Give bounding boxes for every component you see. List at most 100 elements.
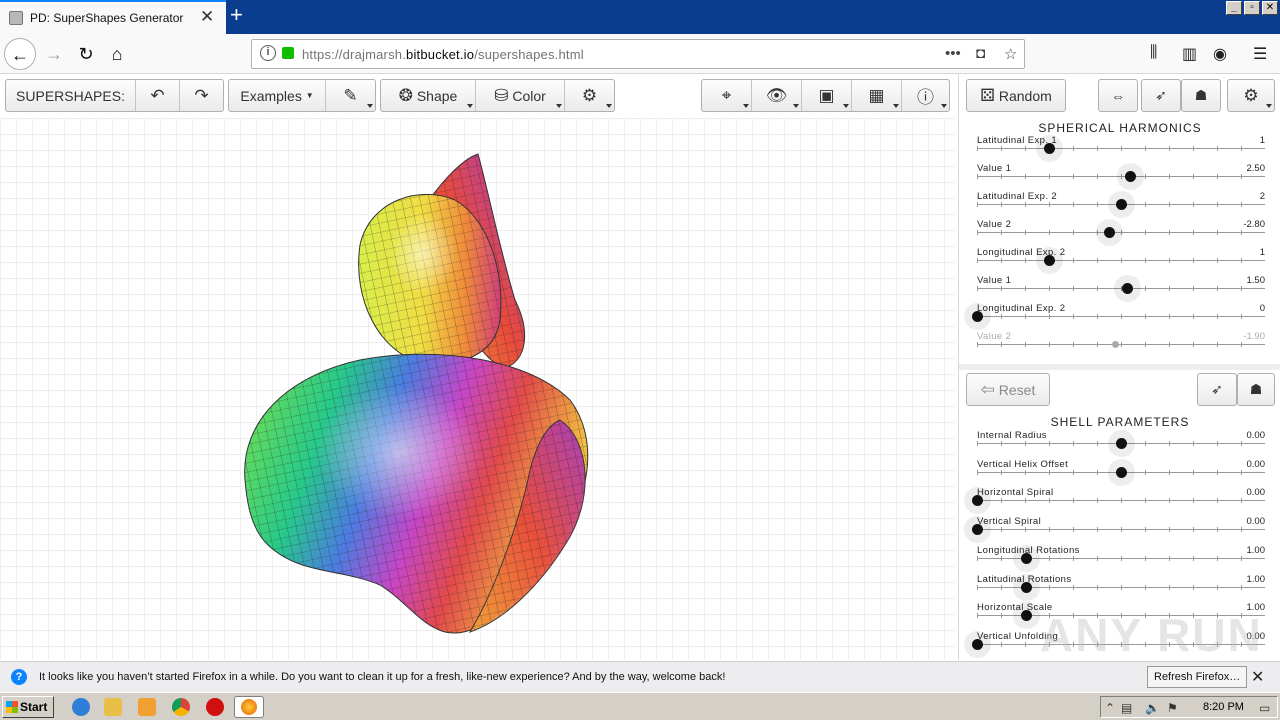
examples-label: Examples — [240, 87, 302, 104]
sidebar-icon[interactable]: ▥ — [1182, 44, 1197, 64]
minimize-button[interactable]: _ — [1226, 1, 1242, 15]
redo-button[interactable]: ↷ — [180, 80, 223, 111]
slider-label: Internal Radius — [977, 430, 1047, 441]
new-tab-button[interactable]: + — [230, 2, 243, 28]
slider-handle[interactable] — [1044, 143, 1055, 154]
browser-tab[interactable]: PD: SuperShapes Generator ✕ — [0, 0, 226, 34]
slider-value: 2.50 — [1246, 163, 1266, 174]
home-icon[interactable]: ⌂ — [101, 38, 133, 70]
slider-handle[interactable] — [972, 638, 983, 650]
display-button[interactable]: ▣ — [802, 80, 852, 111]
pocket-icon[interactable]: ◘ — [976, 45, 985, 62]
url-text[interactable]: https://drajmarsh.bitbucket.io/supershap… — [302, 47, 584, 62]
notification-message: It looks like you haven’t started Firefo… — [39, 671, 726, 683]
target-view-button[interactable]: ⌖ — [702, 80, 752, 111]
slow-mode-button[interactable]: ☗ — [1181, 79, 1221, 112]
forward-button[interactable]: → — [38, 38, 70, 70]
explorer-folder-icon[interactable] — [104, 698, 122, 716]
slider-handle[interactable] — [1116, 466, 1127, 478]
site-info-icon[interactable]: i — [260, 45, 276, 61]
slider-row: Longitudinal Exp. 2 0 — [972, 303, 1265, 331]
start-label: Start — [20, 700, 48, 714]
caret-icon — [606, 104, 612, 108]
slider-label: Vertical Spiral — [977, 516, 1042, 528]
slider-handle[interactable] — [1020, 610, 1032, 622]
slider-handle[interactable] — [1121, 283, 1133, 294]
reset-button[interactable]: ⇦ Reset — [966, 373, 1050, 406]
slider-value: 2 — [1259, 191, 1265, 202]
3d-viewport[interactable] — [0, 118, 955, 660]
page-actions-icon[interactable]: ••• — [945, 45, 961, 62]
caret-icon — [467, 104, 473, 108]
volume-icon[interactable]: 🔈 — [1145, 701, 1160, 715]
shell-fast-mode-button[interactable]: ➶ — [1197, 373, 1237, 406]
caret-icon — [793, 104, 799, 108]
shape-button[interactable]: ❂ Shape — [381, 80, 476, 111]
slider-handle[interactable] — [1020, 552, 1032, 564]
reload-icon[interactable]: ↻ — [70, 38, 102, 70]
slider-value: 1.50 — [1246, 275, 1266, 286]
slider-handle[interactable] — [972, 495, 983, 507]
opera-icon[interactable] — [206, 698, 224, 716]
media-player-icon[interactable] — [138, 698, 156, 716]
examples-dropdown[interactable]: Examples ▼ — [229, 80, 326, 111]
parameters-panel: ⚄ Random ⇔ ➶ ☗ ⚙ SPHERICAL HARMONICS Lat… — [958, 74, 1280, 660]
clock: 8:20 PM — [1203, 701, 1244, 713]
menu-icon[interactable]: ☰ — [1253, 44, 1267, 64]
morph-mode-button[interactable]: ⇔ — [1098, 79, 1138, 112]
chrome-icon[interactable] — [172, 698, 190, 716]
library-icon[interactable]: ⫼ — [1150, 44, 1157, 62]
start-button[interactable]: Start — [2, 696, 54, 718]
address-bar[interactable]: i https://drajmarsh.bitbucket.io/supersh… — [251, 39, 1025, 69]
slider-handle[interactable] — [1116, 438, 1127, 449]
slider-row: Value 1 1.50 — [977, 275, 1265, 303]
browser-navbar: ← → ↻ ⌂ i https://drajmarsh.bitbucket.io… — [0, 34, 1280, 74]
account-icon[interactable]: ◉ — [1213, 44, 1227, 64]
dice-icon: ⚄ — [980, 85, 995, 105]
supershape-mesh[interactable] — [0, 118, 955, 660]
network-icon[interactable]: ▤ — [1121, 701, 1132, 715]
restore-button[interactable]: ▫ — [1244, 1, 1260, 15]
mesh-button[interactable]: ▦ — [852, 80, 902, 111]
slider-label: Value 2 — [977, 331, 1012, 342]
fast-mode-button[interactable]: ➶ — [1141, 79, 1181, 112]
slider-label: Horizontal Spiral — [977, 487, 1054, 499]
slider-label: Value 2 — [977, 219, 1012, 230]
close-window-button[interactable]: ✕ — [1262, 1, 1278, 15]
refresh-firefox-button[interactable]: Refresh Firefox… — [1147, 666, 1248, 688]
bookmark-star-icon[interactable]: ☆ — [1004, 45, 1017, 63]
visibility-button[interactable]: 👁 — [752, 80, 802, 111]
undo-button[interactable]: ↶ — [136, 80, 180, 111]
flag-icon[interactable]: ⚑ — [1167, 701, 1178, 715]
notification-close-icon[interactable]: ✕ — [1251, 667, 1264, 687]
browser-tab-strip: PD: SuperShapes Generator ✕ + _ ▫ ✕ — [0, 0, 1280, 34]
ie-icon[interactable] — [72, 698, 90, 716]
show-desktop-icon[interactable]: ▭ — [1259, 701, 1270, 715]
color-label: Color — [512, 87, 546, 104]
slider-handle[interactable] — [1044, 255, 1055, 266]
slider-handle[interactable] — [1104, 227, 1116, 238]
tab-close-icon[interactable]: ✕ — [200, 7, 214, 27]
slider-handle[interactable] — [1116, 199, 1127, 210]
color-button[interactable]: ⛁ Color — [476, 80, 565, 111]
crosshair-icon: ⌖ — [721, 85, 732, 105]
slider-handle[interactable] — [1020, 581, 1032, 593]
shell-slow-mode-button[interactable]: ☗ — [1237, 373, 1275, 406]
edit-tools-button[interactable]: ✎ — [326, 80, 375, 111]
shape-settings-button[interactable]: ⚙ — [565, 80, 614, 111]
slider-row: Value 1 2.50 — [977, 163, 1265, 191]
slider-handle[interactable] — [1124, 171, 1136, 182]
tray-expand-icon[interactable]: ⌃ — [1105, 701, 1115, 715]
info-button[interactable]: ⓘ — [902, 80, 949, 111]
slider-label: Value 1 — [977, 163, 1012, 174]
panel-settings-button[interactable]: ⚙ — [1227, 79, 1275, 112]
firefox-taskbar-button[interactable] — [234, 696, 264, 718]
app-toolbar-examples: Examples ▼ ✎ — [228, 79, 376, 112]
slider-handle[interactable] — [972, 311, 983, 322]
slider-row: Latitudinal Exp. 2 2 — [977, 191, 1265, 219]
random-button[interactable]: ⚄ Random — [966, 79, 1066, 112]
slider-handle[interactable] — [972, 524, 983, 536]
slider-value: 0.00 — [1246, 430, 1266, 441]
caret-icon — [941, 104, 947, 108]
back-button[interactable]: ← — [4, 38, 36, 70]
